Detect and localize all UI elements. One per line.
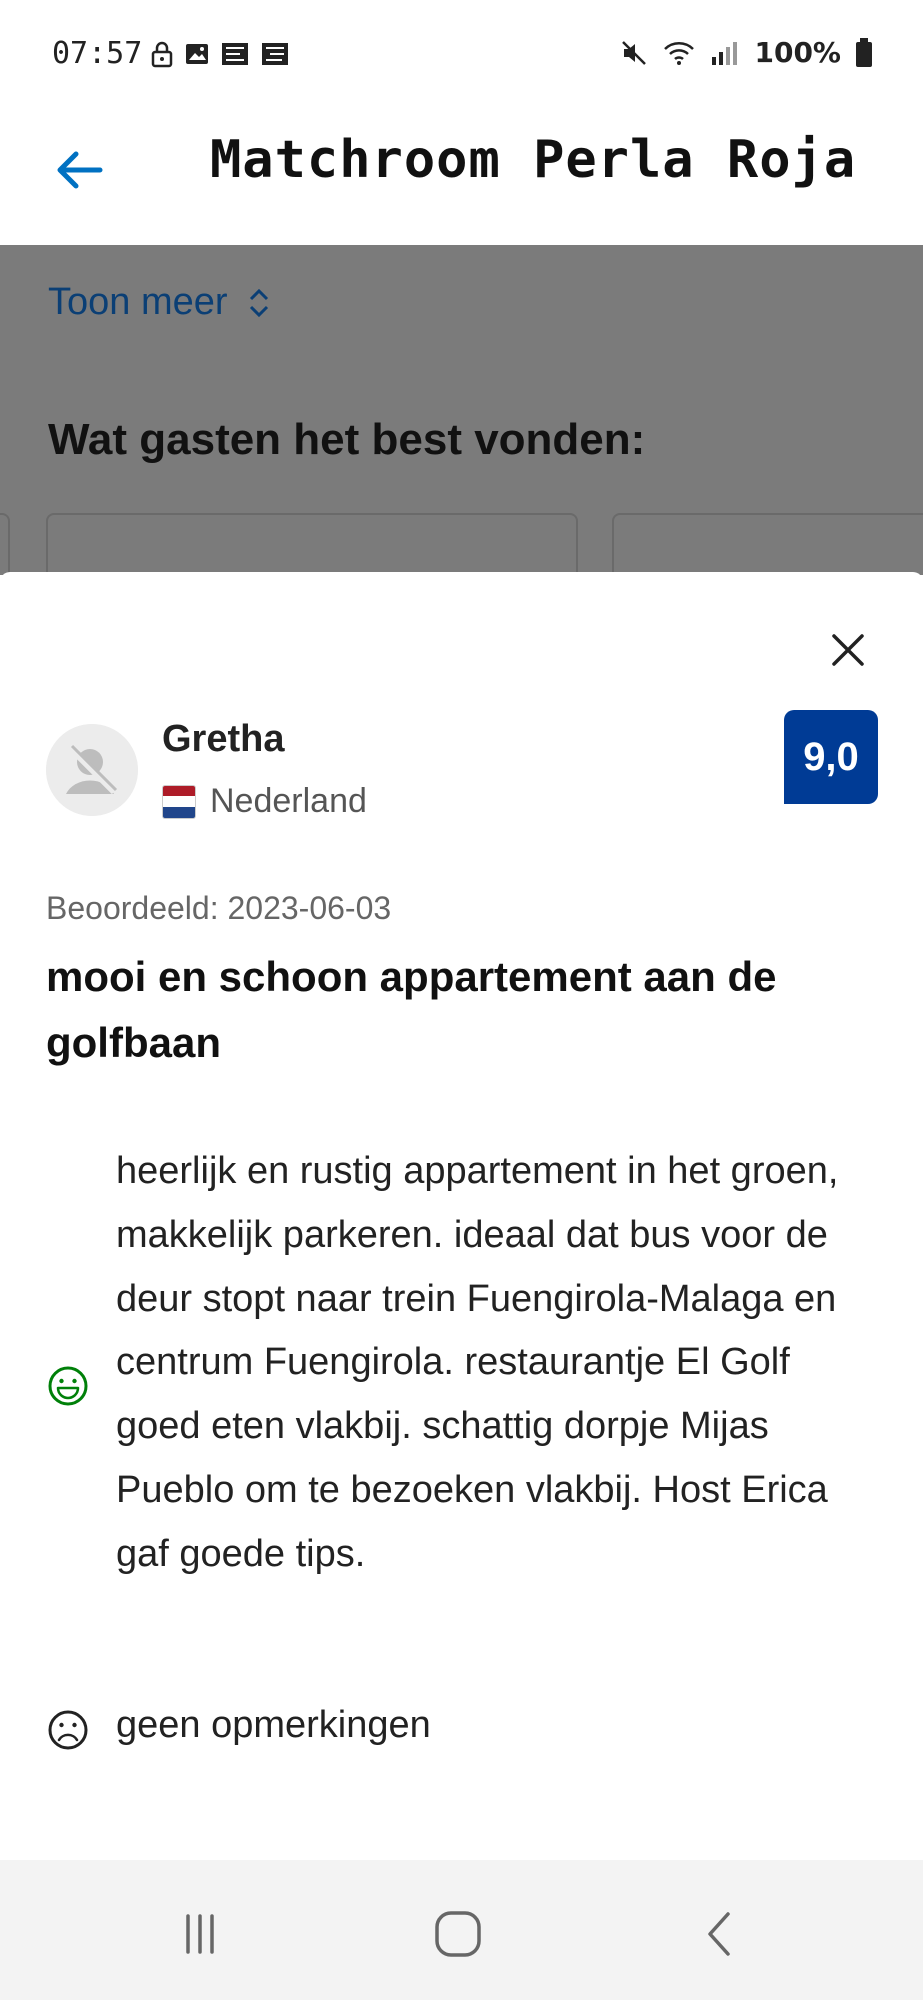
arrow-left-icon [57,151,103,189]
chevron-up-down-icon [249,288,268,317]
avatar [46,724,138,816]
chevron-left-icon [708,1912,730,1956]
toon-meer-link[interactable]: Toon meer [48,281,272,324]
close-icon [832,634,864,666]
recent-apps-button[interactable] [170,1904,230,1964]
battery-icon [856,37,872,67]
reviewer-name: Gretha [162,718,285,760]
status-time: 07:57 [52,36,143,71]
signal-icon [712,41,738,65]
user-placeholder-icon [46,724,138,816]
close-button[interactable] [826,628,870,672]
score-badge: 9,0 [784,710,878,804]
highlight-card [0,513,10,575]
review-positive-text: heerlijk en rustig appartement in het gr… [116,1150,839,1575]
review-sheet: Gretha Nederland 9,0 Beoordeeld: 2023-06… [0,572,923,1860]
home-icon [435,1911,481,1957]
dimmed-background[interactable]: Toon meer Wat gasten het best vonden: [0,245,923,575]
guests-liked-heading: Wat gasten het best vonden: [48,415,646,464]
netherlands-flag-icon [162,784,196,819]
app-notification-icon-2 [262,43,288,65]
review-negative-text: geen opmerkingen [116,1704,431,1746]
highlight-card [612,513,923,575]
back-button[interactable] [50,140,110,200]
review-title: mooi en schoon appartement aan de golfba… [46,953,777,1066]
highlight-card [46,513,578,575]
image-icon [186,44,208,64]
mute-icon [622,40,647,65]
system-back-button[interactable] [690,1904,750,1964]
smiley-sad-icon [48,1710,88,1750]
recent-apps-icon [186,1914,214,1954]
battery-percent: 100% [754,36,841,69]
app-notification-icon [222,43,248,65]
status-notification-icons [150,40,290,68]
home-button[interactable] [428,1904,488,1964]
lock-icon [151,41,173,68]
app-header: Matchroom Perla Roja [0,110,923,245]
country-name: Nederland [210,782,367,820]
page-title: Matchroom Perla Roja [210,130,857,190]
status-bar: 07:57 100% [0,0,923,110]
status-system-icons: 100% [620,36,873,69]
system-nav-bar [0,1860,923,2000]
review-date: Beoordeeld: 2023-06-03 [46,890,392,926]
wifi-icon [664,41,695,65]
smiley-happy-icon [48,1366,88,1406]
reviewer-country: Nederland [162,782,367,821]
toon-meer-label: Toon meer [48,281,228,323]
